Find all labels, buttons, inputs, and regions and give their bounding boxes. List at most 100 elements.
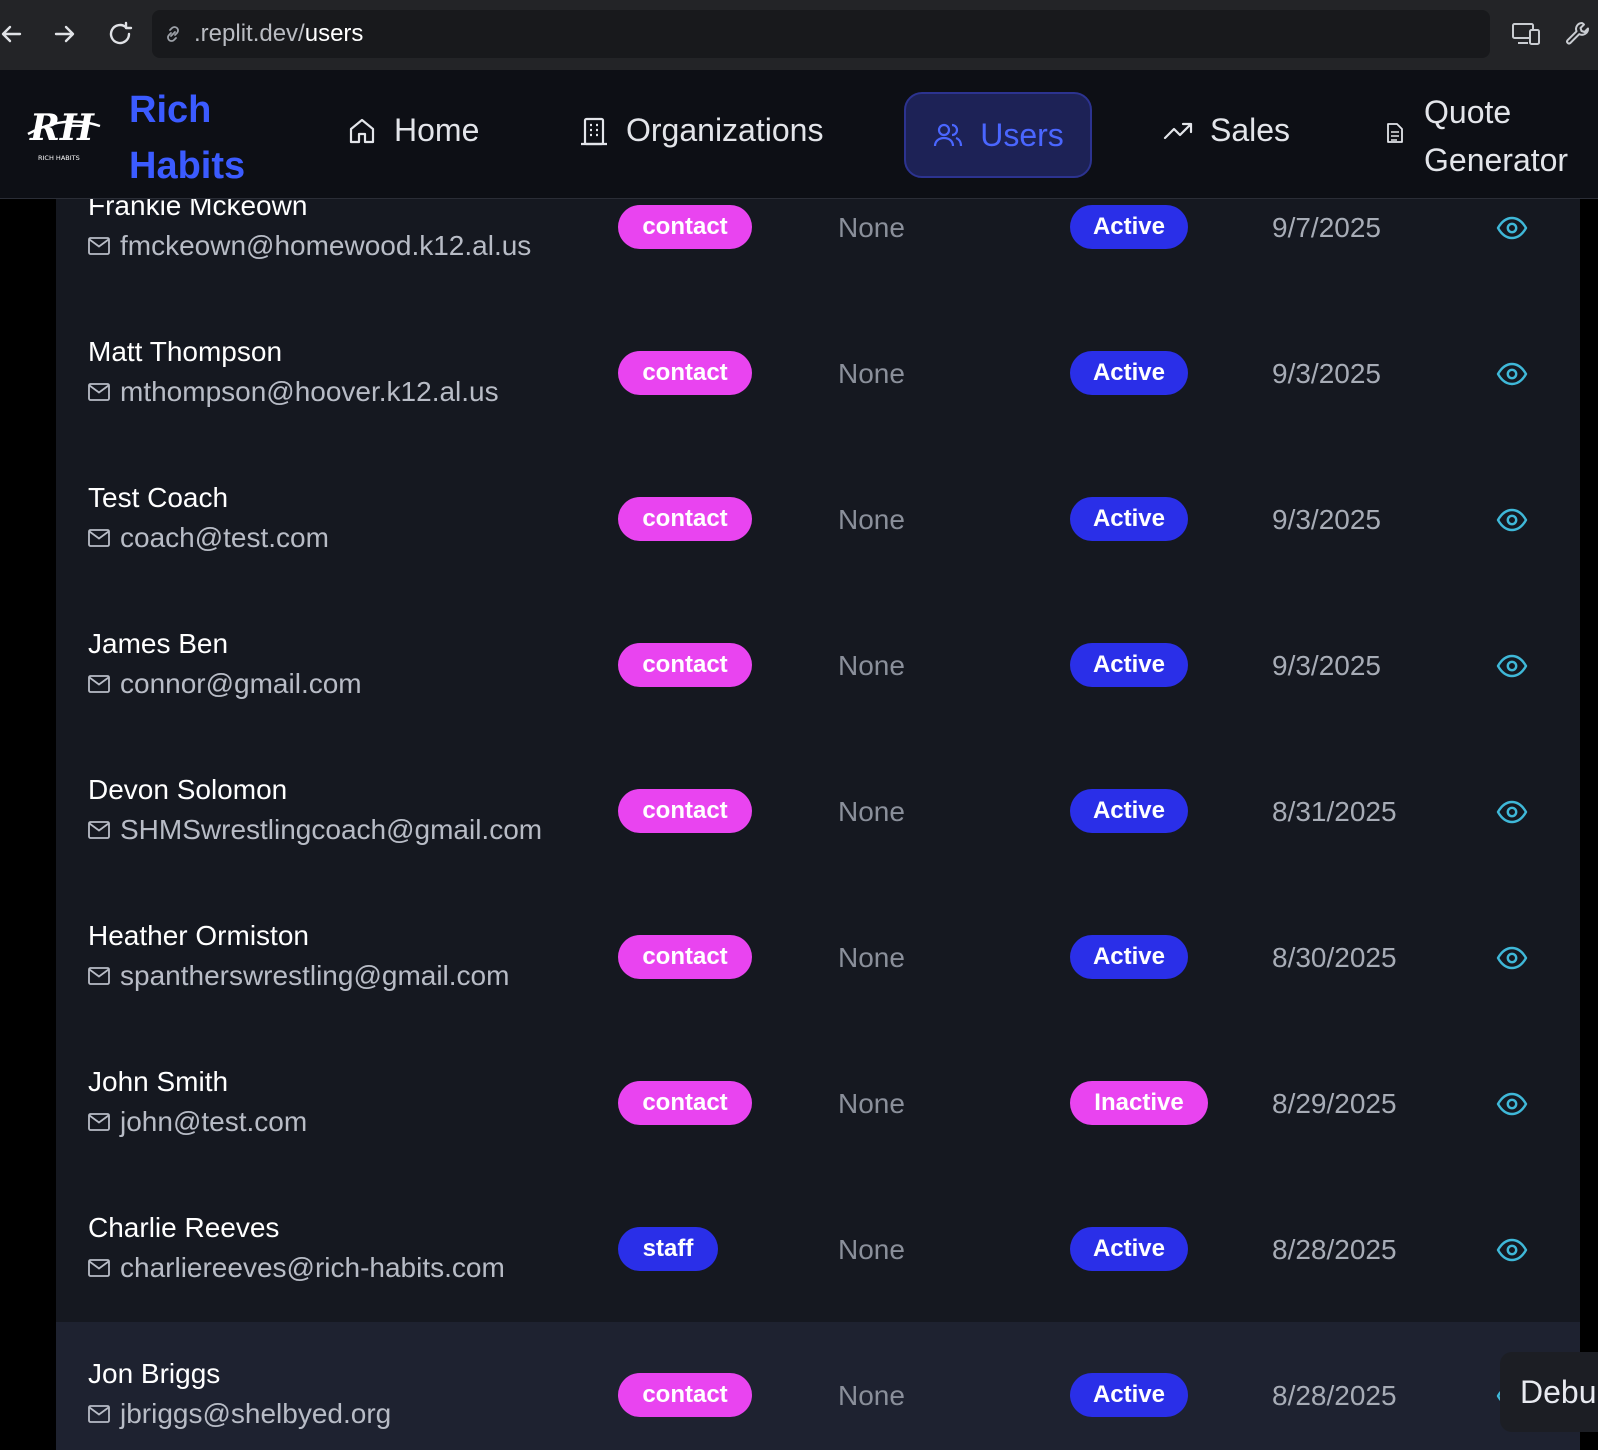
nav-home-label: Home (394, 112, 480, 148)
table-row[interactable]: Heather Ormiston spantherswrestling@gmai… (56, 884, 1580, 1032)
browser-toolbar: .replit.dev/users (0, 0, 1598, 70)
view-eye-icon[interactable] (1496, 362, 1528, 386)
table-row[interactable]: James Ben connor@gmail.com contact None … (56, 592, 1580, 740)
user-email-text: fmckeown@homewood.k12.al.us (120, 230, 532, 261)
organization-cell: None (838, 650, 905, 681)
role-badge: contact (618, 789, 752, 833)
table-row[interactable]: Matt Thompson mthompson@hoover.k12.al.us… (56, 300, 1580, 448)
table-row[interactable]: Frankie Mckeown fmckeown@homewood.k12.al… (56, 198, 1580, 302)
created-date: 9/7/2025 (1272, 212, 1381, 243)
organization-cell: None (838, 212, 905, 243)
nav-quote-label: Quote Generator (1424, 88, 1568, 184)
app-header: RH RICH HABITS Rich Habits Home Organiza… (0, 70, 1598, 199)
wrench-icon[interactable] (1560, 16, 1596, 52)
mail-icon (88, 1405, 110, 1423)
nav-organizations[interactable]: Organizations (578, 112, 823, 149)
nav-home[interactable]: Home (346, 112, 479, 149)
status-badge: Active (1070, 643, 1188, 687)
table-row[interactable]: John Smith john@test.com contact None In… (56, 1030, 1580, 1178)
mail-icon (88, 821, 110, 839)
user-email-text: charliereeves@rich-habits.com (120, 1252, 505, 1283)
status-badge: Active (1070, 351, 1188, 395)
created-date: 8/31/2025 (1272, 796, 1397, 827)
forward-icon[interactable] (46, 16, 82, 52)
nav-sales[interactable]: Sales (1162, 112, 1290, 149)
mail-icon (88, 675, 110, 693)
status-badge: Active (1070, 1227, 1188, 1271)
brand-line1: Rich (129, 89, 212, 131)
devices-icon[interactable] (1508, 16, 1544, 52)
user-name[interactable]: Jon Briggs (88, 1358, 220, 1390)
role-badge: contact (618, 1373, 752, 1417)
status-badge: Active (1070, 205, 1188, 249)
organization-cell: None (838, 1380, 905, 1411)
user-name[interactable]: Test Coach (88, 482, 228, 514)
status-badge: Active (1070, 935, 1188, 979)
user-name[interactable]: John Smith (88, 1066, 228, 1098)
user-email: john@test.com (88, 1106, 307, 1138)
building-icon (581, 117, 607, 145)
user-name[interactable]: James Ben (88, 628, 228, 660)
user-email-text: jbriggs@shelbyed.org (120, 1398, 392, 1429)
status-badge: Active (1070, 497, 1188, 541)
created-date: 9/3/2025 (1272, 358, 1381, 389)
view-eye-icon[interactable] (1496, 216, 1528, 240)
status-badge: Active (1070, 789, 1188, 833)
user-name[interactable]: Heather Ormiston (88, 920, 309, 952)
created-date: 9/3/2025 (1272, 504, 1381, 535)
user-email-text: SHMSwrestlingcoach@gmail.com (120, 814, 543, 845)
organization-cell: None (838, 1234, 905, 1265)
mail-icon (88, 1259, 110, 1277)
user-email: fmckeown@homewood.k12.al.us (88, 230, 531, 262)
user-name[interactable]: Devon Solomon (88, 774, 287, 806)
user-email: connor@gmail.com (88, 668, 362, 700)
organization-cell: None (838, 942, 905, 973)
view-eye-icon[interactable] (1496, 508, 1528, 532)
home-icon (349, 118, 375, 143)
view-eye-icon[interactable] (1496, 946, 1528, 970)
table-row[interactable]: Test Coach coach@test.com contact None A… (56, 446, 1580, 594)
user-email: coach@test.com (88, 522, 329, 554)
role-badge: contact (618, 935, 752, 979)
view-eye-icon[interactable] (1496, 1092, 1528, 1116)
created-date: 8/29/2025 (1272, 1088, 1397, 1119)
address-bar[interactable]: .replit.dev/users (152, 10, 1490, 58)
trending-up-icon (1163, 122, 1193, 139)
table-row[interactable]: Devon Solomon SHMSwrestlingcoach@gmail.c… (56, 738, 1580, 886)
created-date: 9/3/2025 (1272, 650, 1381, 681)
brand-name[interactable]: Rich Habits (129, 82, 245, 194)
user-email-text: connor@gmail.com (120, 668, 362, 699)
view-eye-icon[interactable] (1496, 800, 1528, 824)
back-icon[interactable] (0, 16, 30, 52)
brand-line2: Habits (129, 145, 246, 187)
debug-button[interactable]: Debu (1500, 1352, 1598, 1432)
user-name[interactable]: Frankie Mckeown (88, 198, 307, 222)
table-row[interactable]: Charlie Reeves charliereeves@rich-habits… (56, 1176, 1580, 1324)
role-badge: contact (618, 643, 752, 687)
organization-cell: None (838, 504, 905, 535)
quote-line1: Quote (1424, 94, 1512, 130)
role-badge: contact (618, 497, 752, 541)
link-icon (162, 23, 184, 45)
role-badge: contact (618, 1081, 752, 1125)
view-eye-icon[interactable] (1496, 654, 1528, 678)
role-badge: contact (618, 351, 752, 395)
created-date: 8/28/2025 (1272, 1380, 1397, 1411)
nav-sales-label: Sales (1210, 112, 1291, 148)
reload-icon[interactable] (102, 16, 138, 52)
url-text: .replit.dev/users (194, 20, 364, 47)
user-name[interactable]: Charlie Reeves (88, 1212, 279, 1244)
mail-icon (88, 237, 110, 255)
status-badge: Active (1070, 1373, 1188, 1417)
brand-logo[interactable]: RH RICH HABITS (26, 104, 102, 164)
user-name[interactable]: Matt Thompson (88, 336, 282, 368)
nav-users[interactable]: Users (904, 92, 1092, 178)
table-row[interactable]: Jon Briggs jbriggs@shelbyed.org contact … (56, 1322, 1580, 1450)
status-badge: Inactive (1070, 1081, 1208, 1125)
document-icon (1387, 123, 1403, 143)
view-eye-icon[interactable] (1496, 1238, 1528, 1262)
organization-cell: None (838, 1088, 905, 1119)
created-date: 8/30/2025 (1272, 942, 1397, 973)
user-email: mthompson@hoover.k12.al.us (88, 376, 499, 408)
user-email: spantherswrestling@gmail.com (88, 960, 509, 992)
